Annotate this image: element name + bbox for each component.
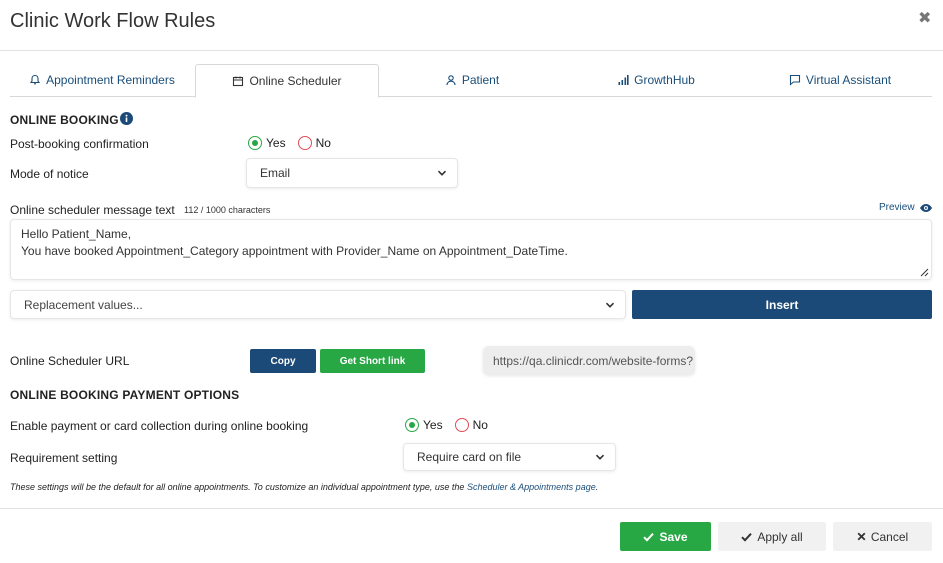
- header-divider: [0, 50, 943, 51]
- mode-of-notice-label: Mode of notice: [10, 167, 89, 181]
- insert-button[interactable]: Insert: [632, 290, 932, 319]
- tab-growthhub[interactable]: GrowthHub: [564, 64, 748, 96]
- tabs-underline: [10, 96, 195, 97]
- radio-no-label: No: [472, 418, 488, 432]
- scheduler-appointments-link[interactable]: Scheduler & Appointments page: [467, 482, 596, 492]
- message-line-1: Hello Patient_Name,: [21, 227, 132, 241]
- payment-options-heading: ONLINE BOOKING PAYMENT OPTIONS: [10, 388, 240, 402]
- tab-appointment-reminders[interactable]: Appointment Reminders: [10, 64, 194, 96]
- copy-button[interactable]: Copy: [250, 349, 316, 373]
- preview-label: Preview: [879, 202, 915, 213]
- chevron-down-icon: [605, 302, 615, 308]
- apply-all-button[interactable]: Apply all: [718, 522, 826, 551]
- chat-icon: [789, 74, 800, 86]
- scheduler-url-field[interactable]: https://qa.clinicdr.com/website-forms?: [483, 346, 695, 375]
- character-count: 112 / 1000 characters: [184, 205, 271, 215]
- x-icon: [857, 532, 866, 541]
- save-label: Save: [659, 529, 688, 544]
- tab-online-scheduler[interactable]: Online Scheduler: [195, 64, 379, 98]
- get-short-link-button[interactable]: Get Short link: [320, 349, 425, 373]
- enable-payment-yes-radio[interactable]: [405, 418, 419, 432]
- tabs-underline: [378, 96, 932, 97]
- mode-of-notice-value: Email: [260, 166, 291, 180]
- scheduler-url-label: Online Scheduler URL: [10, 354, 130, 368]
- info-icon[interactable]: [120, 112, 133, 125]
- tab-patient[interactable]: Patient: [380, 64, 564, 96]
- requirement-setting-label: Requirement setting: [10, 451, 118, 465]
- payment-note-end: .: [595, 482, 599, 492]
- chevron-down-icon: [595, 454, 605, 460]
- radio-yes-label: Yes: [423, 418, 443, 432]
- enable-payment-label: Enable payment or card collection during…: [10, 419, 309, 433]
- message-textarea[interactable]: Hello Patient_Name, You have booked Appo…: [10, 219, 932, 280]
- bar-chart-icon: [618, 75, 629, 85]
- post-booking-label: Post-booking confirmation: [10, 137, 149, 151]
- save-button[interactable]: Save: [620, 522, 711, 551]
- tab-label: Online Scheduler: [249, 74, 342, 88]
- payment-note: These settings will be the default for a…: [10, 482, 598, 492]
- resize-handle-icon[interactable]: [920, 268, 929, 277]
- requirement-setting-value: Require card on file: [417, 450, 522, 464]
- chevron-down-icon: [437, 170, 447, 176]
- message-line-2: You have booked Appointment_Category app…: [21, 244, 568, 258]
- calendar-icon: [233, 76, 244, 87]
- post-booking-radio-group: Yes No: [248, 136, 331, 150]
- enable-payment-no-radio[interactable]: [454, 418, 469, 432]
- cancel-label: Cancel: [870, 529, 909, 544]
- tab-label: GrowthHub: [634, 73, 695, 87]
- mode-of-notice-select[interactable]: Email: [246, 158, 458, 188]
- tab-label: Patient: [461, 73, 500, 87]
- payment-note-text: These settings will be the default for a…: [10, 482, 467, 492]
- apply-all-label: Apply all: [757, 529, 803, 544]
- tab-label: Virtual Assistant: [805, 73, 892, 87]
- check-icon: [741, 532, 753, 542]
- bell-icon: [30, 74, 41, 85]
- preview-link[interactable]: Preview: [879, 202, 933, 213]
- radio-no-label: No: [315, 136, 331, 150]
- tab-virtual-assistant[interactable]: Virtual Assistant: [748, 64, 932, 96]
- message-text-label: Online scheduler message text: [10, 203, 175, 217]
- enable-payment-radio-group: Yes No: [405, 418, 488, 432]
- cancel-button[interactable]: Cancel: [833, 522, 932, 551]
- post-booking-yes-radio[interactable]: [248, 136, 262, 150]
- tab-label: Appointment Reminders: [46, 73, 175, 87]
- online-booking-heading: ONLINE BOOKING: [10, 113, 119, 127]
- close-icon[interactable]: ✖: [918, 8, 931, 28]
- check-icon: [643, 532, 655, 542]
- radio-yes-label: Yes: [266, 136, 286, 150]
- eye-icon: [919, 203, 932, 212]
- replacement-placeholder: Replacement values...: [24, 297, 143, 312]
- modal-title: Clinic Work Flow Rules: [10, 10, 216, 32]
- footer-divider: [0, 508, 943, 509]
- replacement-values-select[interactable]: Replacement values...: [10, 290, 626, 319]
- requirement-setting-select[interactable]: Require card on file: [403, 443, 616, 471]
- user-icon: [446, 75, 456, 86]
- post-booking-no-radio[interactable]: [297, 136, 312, 150]
